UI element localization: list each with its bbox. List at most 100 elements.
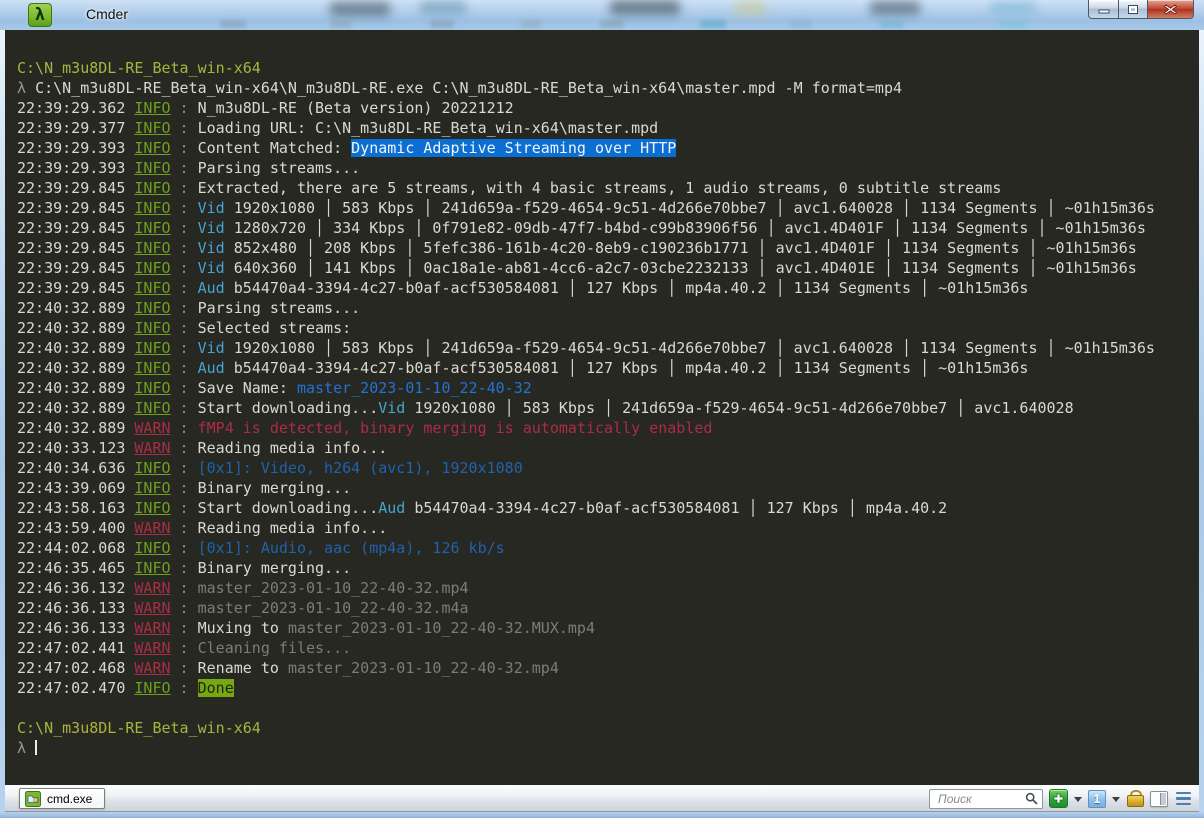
maximize-button[interactable] [1118,0,1148,19]
titlebar-glass-reflection [1000,20,1026,28]
terminal-text-segment: 22:39:29.362 [17,99,135,117]
terminal-text-segment: INFO [134,299,171,317]
terminal-text-segment: INFO [134,679,171,697]
new-console-button[interactable] [1049,789,1068,808]
terminal-text-segment: 640x360 │ 141 Kbps │ 0ac18a1e-ab81-4cc6-… [224,259,1137,277]
terminal-text-segment: : [170,259,198,277]
terminal-text-segment: 22:43:59.400 [17,519,135,537]
terminal-text-segment: Aud [197,279,225,297]
panel-toggle-icon[interactable] [1150,790,1168,807]
terminal-text-segment: 22:43:39.069 [17,479,135,497]
terminal-text-segment: 22:39:29.377 [17,119,135,137]
terminal-text-segment: WARN [134,639,171,657]
terminal-line: 22:40:32.889 INFO : Selected streams: [17,318,1191,338]
terminal-line: 22:43:59.400 WARN : Reading media info..… [17,518,1191,538]
terminal-text-segment: 22:39:29.845 [17,219,135,237]
terminal-output[interactable]: C:\N_m3u8DL-RE_Beta_win-x64 λ C:\N_m3u8DL… [5,30,1199,785]
terminal-text-segment: Vid [197,219,225,237]
terminal-line: 22:39:29.393 INFO : Parsing streams... [17,158,1191,178]
lock-icon[interactable] [1127,790,1144,807]
terminal-text-segment: Extracted, there are 5 streams, with 4 b… [197,179,1002,197]
terminal-line: λ [17,738,1191,758]
terminal-text-segment: Loading URL: C:\N_m3u8DL-RE_Beta_win-x64… [197,119,659,137]
titlebar-glass-reflection [880,20,904,28]
minimize-icon [1098,9,1109,14]
search-input[interactable] [936,790,1025,807]
terminal-text-segment: Parsing streams... [197,299,361,317]
terminal-text-segment: 22:40:32.889 [17,379,135,397]
titlebar[interactable]: λ Cmder [0,0,1204,30]
window-right-border [1199,30,1204,812]
search-icon[interactable] [1025,792,1038,805]
terminal-text-segment: INFO [134,459,171,477]
terminal-text-segment: 1920x1080 │ 583 Kbps │ 241d659a-f529-465… [224,199,1155,217]
terminal-line: 22:40:32.889 INFO : Aud b54470a4-3394-4c… [17,358,1191,378]
terminal-text-segment: 22:47:02.470 [17,679,135,697]
terminal-line: 22:40:32.889 WARN : fMP4 is detected, bi… [17,418,1191,438]
cmder-window: λ Cmder C:\N_m3u8DL-RE_Beta_win-x64 λ C:\… [0,0,1204,818]
cmd-tab-icon [25,790,41,807]
minimize-button[interactable] [1088,0,1118,19]
terminal-text-segment: master_2023-01-10_22-40-32.MUX.mp4 [287,619,595,637]
terminal-text-segment: b54470a4-3394-4c27-b0af-acf530584081 │ 1… [405,499,948,517]
terminal-text-segment: 22:39:29.845 [17,279,135,297]
terminal-line: 22:40:34.636 INFO : [0x1]: Video, h264 (… [17,458,1191,478]
terminal-line: 22:39:29.377 INFO : Loading URL: C:\N_m3… [17,118,1191,138]
cmder-logo-icon: λ [28,3,52,27]
terminal-text-segment: Done [197,679,234,697]
titlebar-glass-reflection [700,20,726,28]
terminal-text-segment: : [170,159,198,177]
terminal-line: 22:39:29.845 INFO : Vid 640x360 │ 141 Kb… [17,258,1191,278]
terminal-text-segment: 22:40:34.636 [17,459,135,477]
active-console-button[interactable]: 1 [1088,789,1106,808]
terminal-text-segment: master_2023-01-10_22-40-32.mp4 [197,579,469,597]
console-list-dropdown-icon[interactable] [1112,796,1120,806]
terminal-text-segment: Vid [197,259,225,277]
terminal-line: 22:40:32.889 INFO : Parsing streams... [17,298,1191,318]
terminal-text-segment: 22:46:36.133 [17,619,135,637]
terminal-line: 22:43:39.069 INFO : Binary merging... [17,478,1191,498]
titlebar-glass-reflection [330,20,352,28]
terminal-text-segment: 22:40:32.889 [17,359,135,377]
terminal-text-segment: : [170,499,198,517]
terminal-text-segment: b54470a4-3394-4c27-b0af-acf530584081 │ 1… [224,359,1029,377]
terminal-text-segment: Vid [378,399,406,417]
terminal-text-segment: : [170,659,198,677]
terminal-text-segment: : [170,319,198,337]
terminal-text-segment: Aud [378,499,406,517]
terminal-text-segment: λ [17,79,36,97]
terminal-text-segment: 22:40:32.889 [17,339,135,357]
terminal-text-segment: Vid [197,199,225,217]
window-controls [1088,0,1194,19]
new-console-dropdown-icon[interactable] [1074,796,1082,806]
close-button[interactable] [1148,0,1194,19]
menu-icon[interactable] [1176,791,1191,806]
terminal-text-segment: Reading media info... [197,439,388,457]
terminal-line: 22:39:29.393 INFO : Content Matched: Dyn… [17,138,1191,158]
terminal-text-segment: INFO [134,259,171,277]
terminal-text-segment: fMP4 is detected, binary merging is auto… [197,419,713,437]
titlebar-glass-reflection [220,20,246,28]
terminal-text-segment: INFO [134,239,171,257]
terminal-line: 22:40:33.123 WARN : Reading media info..… [17,438,1191,458]
terminal-text-segment: WARN [134,659,171,677]
terminal-text-segment: Dynamic Adaptive Streaming over HTTP [351,139,677,157]
tab-cmd-exe[interactable]: cmd.exe [19,788,106,809]
terminal-text-segment: INFO [134,479,171,497]
terminal-text-segment: : [170,419,198,437]
terminal-text-segment: 22:39:29.393 [17,159,135,177]
titlebar-glass-reflection [735,2,765,15]
terminal-text-segment: 22:47:02.468 [17,659,135,677]
terminal-line: 22:39:29.845 INFO : Vid 852x480 │ 208 Kb… [17,238,1191,258]
terminal-line: 22:39:29.845 INFO : Vid 1280x720 │ 334 K… [17,218,1191,238]
terminal-text-segment: 1920x1080 │ 583 Kbps │ 241d659a-f529-465… [405,399,1074,417]
terminal-text-segment: 22:40:32.889 [17,299,135,317]
terminal-text-segment: 22:46:36.132 [17,579,135,597]
terminal-text-segment: 22:40:32.889 [17,419,135,437]
terminal-text-segment: INFO [134,359,171,377]
terminal-text-segment: WARN [134,519,171,537]
plus-icon [1053,793,1064,804]
terminal-text-segment: Parsing streams... [197,159,361,177]
terminal-text-segment: Binary merging... [197,559,352,577]
terminal-text-segment: INFO [134,279,171,297]
